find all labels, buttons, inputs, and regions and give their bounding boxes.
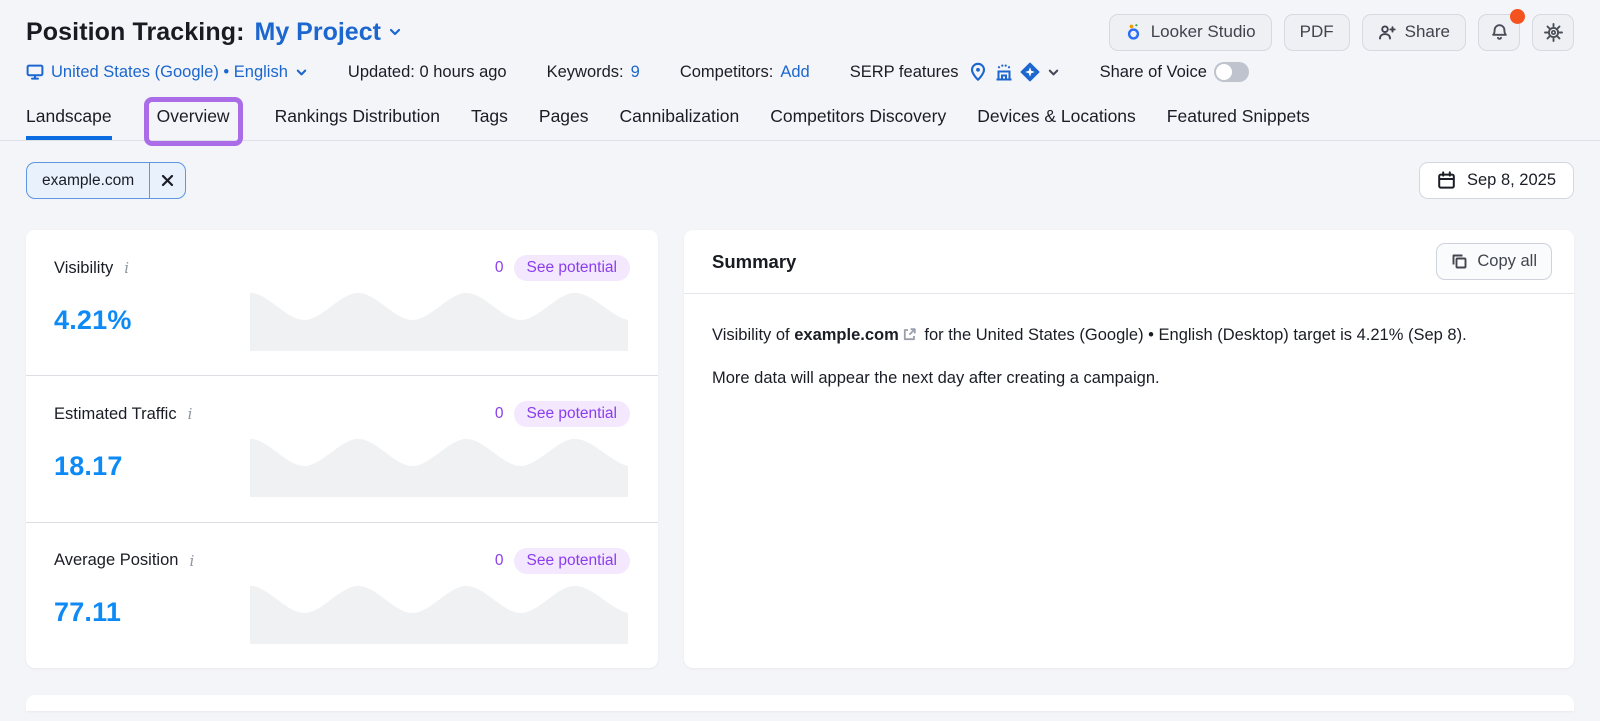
summary-card: Summary Copy all Visibility of example.c… (684, 230, 1574, 668)
share-label: Share (1405, 22, 1450, 42)
pdf-button[interactable]: PDF (1284, 14, 1350, 51)
tab-pages[interactable]: Pages (539, 92, 589, 140)
looker-studio-label: Looker Studio (1151, 22, 1256, 42)
metric-label: Average Position (54, 551, 178, 570)
metric-value: 4.21% (54, 305, 250, 336)
domain-filter-chip[interactable]: example.com (26, 162, 186, 199)
competitors-meta: Competitors: Add (680, 63, 810, 82)
updated-status: Updated: 0 hours ago (348, 63, 507, 82)
summary-paragraph-1: Visibility of example.com for the United… (712, 321, 1546, 349)
target-label: United States (Google) • English (51, 63, 288, 82)
info-icon[interactable]: i (186, 405, 195, 423)
campaign-meta-bar: United States (Google) • English Updated… (0, 52, 1600, 92)
looker-studio-icon (1125, 23, 1142, 41)
gear-icon (1544, 23, 1563, 42)
see-potential-badge[interactable]: See potential (514, 401, 631, 427)
project-selector[interactable]: My Project (255, 18, 402, 47)
metric-label: Estimated Traffic (54, 405, 177, 424)
see-potential-badge[interactable]: See potential (514, 548, 631, 574)
competitors-add-link[interactable]: Add (780, 63, 809, 82)
keywords-count-link[interactable]: 9 (631, 63, 640, 82)
metric-value: 77.11 (54, 597, 250, 628)
summary-title: Summary (712, 251, 796, 273)
info-icon[interactable]: i (122, 259, 131, 277)
sparkline-placeholder (250, 582, 628, 644)
metric-average-position: Average Position i 0 See potential 77.11 (26, 522, 658, 668)
summary-text: Visibility of (712, 326, 794, 344)
date-label: Sep 8, 2025 (1467, 171, 1556, 190)
tab-competitors-discovery[interactable]: Competitors Discovery (770, 92, 946, 140)
potential-count: 0 (495, 552, 504, 570)
close-icon (161, 174, 174, 187)
metric-value: 18.17 (54, 451, 250, 482)
tab-overview[interactable]: Overview (157, 92, 230, 140)
toggle-knob (1216, 64, 1232, 80)
chevron-down-icon (1047, 66, 1060, 79)
target-selector[interactable]: United States (Google) • English (26, 63, 308, 82)
notifications-button[interactable] (1478, 14, 1520, 51)
looker-studio-button[interactable]: Looker Studio (1109, 14, 1272, 51)
tab-rankings-distribution[interactable]: Rankings Distribution (275, 92, 440, 140)
metric-estimated-traffic: Estimated Traffic i 0 See potential 18.1… (26, 375, 658, 521)
potential-count: 0 (495, 259, 504, 277)
metrics-card: Visibility i 0 See potential 4.21% Estim… (26, 230, 658, 668)
settings-button[interactable] (1532, 14, 1574, 51)
report-tabs: Landscape Overview Rankings Distribution… (0, 92, 1600, 141)
copy-icon (1451, 253, 1468, 270)
keywords-label: Keywords: (547, 63, 624, 82)
serp-features-meta[interactable]: SERP features (850, 62, 1060, 82)
summary-domain-link[interactable]: example.com (794, 326, 899, 344)
bell-icon (1490, 23, 1509, 42)
potential-count: 0 (495, 405, 504, 423)
share-of-voice-meta: Share of Voice (1100, 62, 1249, 82)
project-name: My Project (255, 18, 381, 47)
share-of-voice-label: Share of Voice (1100, 63, 1207, 82)
location-pin-icon (968, 62, 988, 82)
chip-close-button[interactable] (149, 163, 185, 198)
copy-all-button[interactable]: Copy all (1436, 243, 1552, 280)
chevron-down-icon (388, 25, 402, 39)
keywords-meta: Keywords: 9 (547, 63, 640, 82)
tab-landscape[interactable]: Landscape (26, 92, 112, 140)
see-potential-badge[interactable]: See potential (514, 255, 631, 281)
sparkline-placeholder (250, 289, 628, 351)
info-icon[interactable]: i (187, 552, 196, 570)
summary-text: for the United States (Google) • English… (920, 326, 1467, 344)
next-card-sliver (26, 695, 1574, 711)
serp-features-label: SERP features (850, 63, 959, 82)
summary-paragraph-2: More data will appear the next day after… (712, 364, 1546, 392)
tab-featured-snippets[interactable]: Featured Snippets (1167, 92, 1310, 140)
overview-cards: Visibility i 0 See potential 4.21% Estim… (0, 230, 1600, 668)
external-link-icon[interactable] (902, 327, 917, 342)
share-button[interactable]: Share (1362, 14, 1466, 51)
metric-visibility: Visibility i 0 See potential 4.21% (26, 230, 658, 375)
chevron-down-icon (295, 66, 308, 79)
page-title: Position Tracking: (26, 18, 245, 47)
calendar-icon (1437, 171, 1456, 190)
tab-tags[interactable]: Tags (471, 92, 508, 140)
sitelinks-building-icon (994, 62, 1014, 82)
filter-bar: example.com Sep 8, 2025 (0, 162, 1600, 199)
notification-badge (1510, 9, 1525, 24)
domain-chip-label: example.com (27, 163, 149, 198)
summary-body: Visibility of example.com for the United… (684, 294, 1574, 419)
tab-overview-label: Overview (157, 106, 230, 127)
page-header: Position Tracking: My Project Looker Stu… (0, 0, 1600, 50)
sparkline-placeholder (250, 435, 628, 497)
ai-sparkle-diamond-icon (1020, 62, 1040, 82)
user-plus-icon (1378, 24, 1396, 41)
tab-devices-locations[interactable]: Devices & Locations (977, 92, 1136, 140)
copy-all-label: Copy all (1477, 252, 1537, 271)
date-picker-button[interactable]: Sep 8, 2025 (1419, 162, 1574, 199)
metric-label: Visibility (54, 259, 113, 278)
share-of-voice-toggle[interactable] (1214, 62, 1249, 82)
pdf-label: PDF (1300, 22, 1334, 42)
desktop-icon (26, 63, 44, 81)
tab-cannibalization[interactable]: Cannibalization (620, 92, 740, 140)
competitors-label: Competitors: (680, 63, 774, 82)
